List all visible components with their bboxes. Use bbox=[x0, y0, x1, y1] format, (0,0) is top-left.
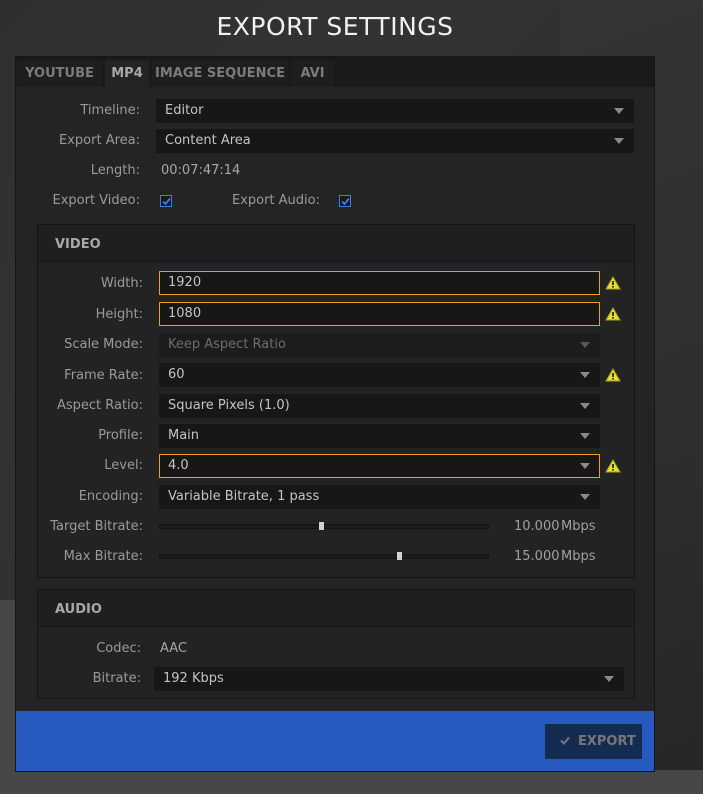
warning-icon bbox=[605, 307, 621, 321]
checkmark-icon bbox=[162, 197, 171, 206]
target-bitrate-value: 10.000 bbox=[514, 519, 560, 534]
chevron-down-icon bbox=[614, 108, 624, 114]
level-label: Level: bbox=[104, 458, 143, 473]
frame-rate-label: Frame Rate: bbox=[64, 368, 143, 383]
aspect-ratio-label: Aspect Ratio: bbox=[56, 398, 143, 413]
export-button[interactable]: EXPORT bbox=[545, 724, 642, 759]
dialog-title: EXPORT SETTINGS bbox=[216, 12, 454, 41]
codec-label: Codec: bbox=[96, 641, 141, 656]
audio-section-header: AUDIO bbox=[38, 590, 634, 627]
warning-icon bbox=[605, 368, 621, 382]
codec-value: AAC bbox=[160, 641, 187, 656]
height-label: Height: bbox=[95, 307, 143, 322]
chevron-down-icon bbox=[604, 676, 614, 682]
profile-label: Profile: bbox=[98, 428, 143, 443]
profile-select[interactable]: Main bbox=[159, 424, 600, 448]
encoding-label: Encoding: bbox=[78, 489, 143, 504]
checkmark-icon bbox=[341, 197, 350, 206]
encoding-value: Variable Bitrate, 1 pass bbox=[168, 489, 320, 504]
length-label: Length: bbox=[90, 163, 140, 178]
export-button-label: EXPORT bbox=[578, 734, 636, 749]
target-bitrate-slider[interactable] bbox=[159, 522, 489, 530]
aspect-ratio-value: Square Pixels (1.0) bbox=[168, 398, 290, 413]
max-bitrate-slider[interactable] bbox=[159, 552, 489, 560]
timeline-value: Editor bbox=[165, 103, 204, 118]
background-shape bbox=[0, 770, 703, 794]
checkmark-icon bbox=[560, 736, 570, 745]
video-section-header: VIDEO bbox=[38, 225, 634, 262]
chevron-down-icon bbox=[580, 463, 590, 469]
video-section: VIDEO Width: 1920 Height: 1080 Scale Mod… bbox=[37, 224, 635, 578]
frame-rate-select[interactable]: 60 bbox=[159, 363, 600, 387]
level-select[interactable]: 4.0 bbox=[159, 454, 600, 478]
chevron-down-icon bbox=[580, 494, 590, 500]
length-value: 00:07:47:14 bbox=[161, 163, 241, 178]
export-audio-label: Export Audio: bbox=[231, 193, 320, 208]
max-bitrate-value: 15.000 bbox=[514, 549, 560, 564]
profile-value: Main bbox=[168, 428, 200, 443]
height-input[interactable]: 1080 bbox=[159, 302, 600, 326]
frame-rate-value: 60 bbox=[168, 367, 185, 382]
export-area-select[interactable]: Content Area bbox=[156, 129, 634, 153]
export-video-label: Export Video: bbox=[52, 193, 141, 208]
chevron-down-icon bbox=[580, 403, 590, 409]
aspect-ratio-select[interactable]: Square Pixels (1.0) bbox=[159, 394, 600, 418]
max-bitrate-label: Max Bitrate: bbox=[63, 549, 143, 564]
export-video-checkbox[interactable] bbox=[160, 195, 172, 207]
export-area-value: Content Area bbox=[165, 133, 251, 148]
warning-icon bbox=[605, 459, 621, 473]
level-value: 4.0 bbox=[168, 458, 189, 473]
target-bitrate-unit: Mbps bbox=[561, 519, 596, 534]
video-section-title: VIDEO bbox=[55, 237, 101, 252]
chevron-down-icon bbox=[580, 433, 590, 439]
chevron-down-icon bbox=[614, 138, 624, 144]
tab-bar: YOUTUBE MP4 IMAGE SEQUENCE AVI bbox=[16, 57, 654, 87]
tab-image-sequence[interactable]: IMAGE SEQUENCE bbox=[152, 60, 288, 87]
audio-bitrate-value: 192 Kbps bbox=[163, 671, 224, 686]
audio-bitrate-label: Bitrate: bbox=[92, 671, 141, 686]
audio-bitrate-select[interactable]: 192 Kbps bbox=[154, 667, 624, 691]
scale-mode-value: Keep Aspect Ratio bbox=[168, 337, 286, 352]
audio-section: AUDIO Codec: AAC Bitrate: 192 Kbps bbox=[37, 589, 635, 699]
target-bitrate-label: Target Bitrate: bbox=[50, 519, 143, 534]
chevron-down-icon bbox=[580, 342, 590, 348]
timeline-label: Timeline: bbox=[80, 103, 140, 118]
tab-avi[interactable]: AVI bbox=[291, 60, 334, 87]
encoding-select[interactable]: Variable Bitrate, 1 pass bbox=[159, 485, 600, 509]
warning-icon bbox=[605, 276, 621, 290]
scale-mode-select: Keep Aspect Ratio bbox=[159, 333, 600, 357]
scale-mode-label: Scale Mode: bbox=[64, 337, 143, 352]
width-input[interactable]: 1920 bbox=[159, 271, 600, 295]
export-area-label: Export Area: bbox=[59, 133, 140, 148]
chevron-down-icon bbox=[580, 372, 590, 378]
width-label: Width: bbox=[100, 276, 143, 291]
export-audio-checkbox[interactable] bbox=[339, 195, 351, 207]
target-bitrate-slider-thumb[interactable] bbox=[319, 522, 324, 530]
max-bitrate-unit: Mbps bbox=[561, 549, 596, 564]
tab-youtube[interactable]: YOUTUBE bbox=[17, 60, 102, 87]
export-settings-window: YOUTUBE MP4 IMAGE SEQUENCE AVI Timeline:… bbox=[15, 56, 655, 772]
footer-bar: EXPORT bbox=[16, 711, 654, 771]
tab-mp4[interactable]: MP4 bbox=[105, 60, 149, 87]
max-bitrate-slider-thumb[interactable] bbox=[397, 552, 402, 560]
audio-section-title: AUDIO bbox=[55, 602, 102, 617]
timeline-select[interactable]: Editor bbox=[156, 99, 634, 123]
